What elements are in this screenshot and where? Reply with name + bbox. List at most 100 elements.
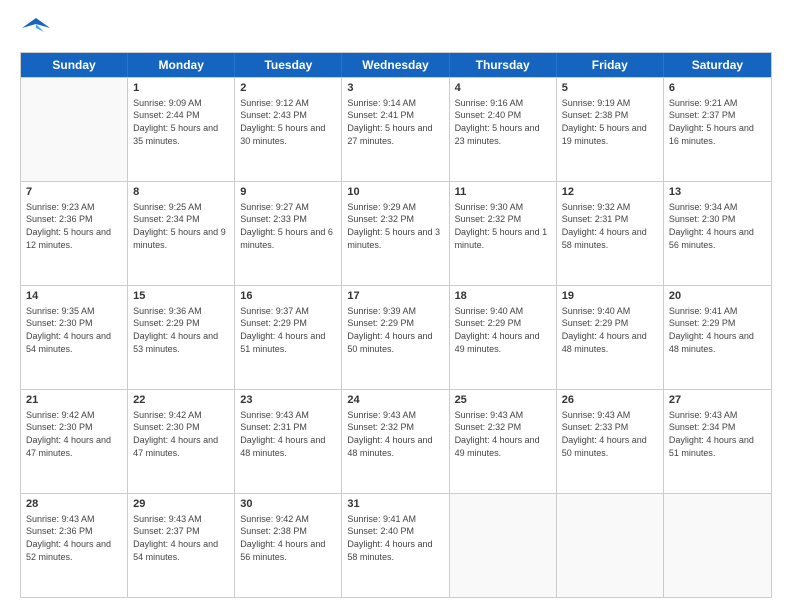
day-info: Sunrise: 9:42 AMSunset: 2:38 PMDaylight:… bbox=[240, 513, 336, 563]
calendar-cell: 16Sunrise: 9:37 AMSunset: 2:29 PMDayligh… bbox=[235, 286, 342, 389]
calendar-cell: 29Sunrise: 9:43 AMSunset: 2:37 PMDayligh… bbox=[128, 494, 235, 597]
calendar-cell: 10Sunrise: 9:29 AMSunset: 2:32 PMDayligh… bbox=[342, 182, 449, 285]
day-number: 13 bbox=[669, 185, 766, 200]
day-info: Sunrise: 9:43 AMSunset: 2:32 PMDaylight:… bbox=[455, 409, 551, 459]
day-number: 26 bbox=[562, 393, 658, 408]
day-info: Sunrise: 9:27 AMSunset: 2:33 PMDaylight:… bbox=[240, 201, 336, 251]
day-number: 18 bbox=[455, 289, 551, 304]
day-number: 22 bbox=[133, 393, 229, 408]
day-info: Sunrise: 9:09 AMSunset: 2:44 PMDaylight:… bbox=[133, 97, 229, 147]
day-number: 17 bbox=[347, 289, 443, 304]
header bbox=[20, 18, 772, 42]
day-info: Sunrise: 9:29 AMSunset: 2:32 PMDaylight:… bbox=[347, 201, 443, 251]
day-number: 1 bbox=[133, 81, 229, 96]
day-number: 16 bbox=[240, 289, 336, 304]
weekday-header: Monday bbox=[128, 53, 235, 77]
day-info: Sunrise: 9:23 AMSunset: 2:36 PMDaylight:… bbox=[26, 201, 122, 251]
day-info: Sunrise: 9:35 AMSunset: 2:30 PMDaylight:… bbox=[26, 305, 122, 355]
calendar-cell: 26Sunrise: 9:43 AMSunset: 2:33 PMDayligh… bbox=[557, 390, 664, 493]
day-number: 21 bbox=[26, 393, 122, 408]
day-number: 31 bbox=[347, 497, 443, 512]
calendar-row: 1Sunrise: 9:09 AMSunset: 2:44 PMDaylight… bbox=[21, 77, 771, 181]
day-number: 7 bbox=[26, 185, 122, 200]
weekday-header: Thursday bbox=[450, 53, 557, 77]
day-number: 28 bbox=[26, 497, 122, 512]
calendar-cell: 25Sunrise: 9:43 AMSunset: 2:32 PMDayligh… bbox=[450, 390, 557, 493]
calendar-body: 1Sunrise: 9:09 AMSunset: 2:44 PMDaylight… bbox=[21, 77, 771, 597]
calendar-cell: 12Sunrise: 9:32 AMSunset: 2:31 PMDayligh… bbox=[557, 182, 664, 285]
day-number: 30 bbox=[240, 497, 336, 512]
calendar-cell: 14Sunrise: 9:35 AMSunset: 2:30 PMDayligh… bbox=[21, 286, 128, 389]
calendar-cell: 30Sunrise: 9:42 AMSunset: 2:38 PMDayligh… bbox=[235, 494, 342, 597]
calendar-cell: 5Sunrise: 9:19 AMSunset: 2:38 PMDaylight… bbox=[557, 78, 664, 181]
calendar-cell: 9Sunrise: 9:27 AMSunset: 2:33 PMDaylight… bbox=[235, 182, 342, 285]
calendar-row: 7Sunrise: 9:23 AMSunset: 2:36 PMDaylight… bbox=[21, 181, 771, 285]
day-info: Sunrise: 9:34 AMSunset: 2:30 PMDaylight:… bbox=[669, 201, 766, 251]
day-number: 3 bbox=[347, 81, 443, 96]
calendar-cell: 6Sunrise: 9:21 AMSunset: 2:37 PMDaylight… bbox=[664, 78, 771, 181]
day-info: Sunrise: 9:12 AMSunset: 2:43 PMDaylight:… bbox=[240, 97, 336, 147]
calendar-row: 28Sunrise: 9:43 AMSunset: 2:36 PMDayligh… bbox=[21, 493, 771, 597]
calendar-cell: 2Sunrise: 9:12 AMSunset: 2:43 PMDaylight… bbox=[235, 78, 342, 181]
day-info: Sunrise: 9:42 AMSunset: 2:30 PMDaylight:… bbox=[133, 409, 229, 459]
day-info: Sunrise: 9:32 AMSunset: 2:31 PMDaylight:… bbox=[562, 201, 658, 251]
calendar-cell: 15Sunrise: 9:36 AMSunset: 2:29 PMDayligh… bbox=[128, 286, 235, 389]
day-number: 20 bbox=[669, 289, 766, 304]
day-info: Sunrise: 9:40 AMSunset: 2:29 PMDaylight:… bbox=[562, 305, 658, 355]
day-info: Sunrise: 9:16 AMSunset: 2:40 PMDaylight:… bbox=[455, 97, 551, 147]
weekday-header: Sunday bbox=[21, 53, 128, 77]
calendar-cell: 7Sunrise: 9:23 AMSunset: 2:36 PMDaylight… bbox=[21, 182, 128, 285]
day-info: Sunrise: 9:42 AMSunset: 2:30 PMDaylight:… bbox=[26, 409, 122, 459]
calendar-header: SundayMondayTuesdayWednesdayThursdayFrid… bbox=[21, 53, 771, 77]
day-number: 11 bbox=[455, 185, 551, 200]
day-info: Sunrise: 9:21 AMSunset: 2:37 PMDaylight:… bbox=[669, 97, 766, 147]
day-info: Sunrise: 9:43 AMSunset: 2:31 PMDaylight:… bbox=[240, 409, 336, 459]
weekday-header: Saturday bbox=[664, 53, 771, 77]
calendar-row: 14Sunrise: 9:35 AMSunset: 2:30 PMDayligh… bbox=[21, 285, 771, 389]
calendar-cell: 23Sunrise: 9:43 AMSunset: 2:31 PMDayligh… bbox=[235, 390, 342, 493]
day-number: 19 bbox=[562, 289, 658, 304]
logo bbox=[20, 18, 50, 42]
day-number: 24 bbox=[347, 393, 443, 408]
weekday-header: Tuesday bbox=[235, 53, 342, 77]
calendar-cell: 18Sunrise: 9:40 AMSunset: 2:29 PMDayligh… bbox=[450, 286, 557, 389]
logo-bird-icon bbox=[22, 14, 50, 42]
calendar-cell bbox=[557, 494, 664, 597]
calendar-row: 21Sunrise: 9:42 AMSunset: 2:30 PMDayligh… bbox=[21, 389, 771, 493]
day-number: 15 bbox=[133, 289, 229, 304]
day-info: Sunrise: 9:19 AMSunset: 2:38 PMDaylight:… bbox=[562, 97, 658, 147]
day-number: 29 bbox=[133, 497, 229, 512]
day-number: 8 bbox=[133, 185, 229, 200]
weekday-header: Friday bbox=[557, 53, 664, 77]
day-info: Sunrise: 9:41 AMSunset: 2:40 PMDaylight:… bbox=[347, 513, 443, 563]
calendar-cell: 13Sunrise: 9:34 AMSunset: 2:30 PMDayligh… bbox=[664, 182, 771, 285]
day-number: 27 bbox=[669, 393, 766, 408]
day-info: Sunrise: 9:43 AMSunset: 2:37 PMDaylight:… bbox=[133, 513, 229, 563]
day-info: Sunrise: 9:14 AMSunset: 2:41 PMDaylight:… bbox=[347, 97, 443, 147]
day-info: Sunrise: 9:43 AMSunset: 2:36 PMDaylight:… bbox=[26, 513, 122, 563]
calendar-cell: 8Sunrise: 9:25 AMSunset: 2:34 PMDaylight… bbox=[128, 182, 235, 285]
day-info: Sunrise: 9:40 AMSunset: 2:29 PMDaylight:… bbox=[455, 305, 551, 355]
calendar-cell bbox=[450, 494, 557, 597]
day-number: 12 bbox=[562, 185, 658, 200]
calendar-cell: 20Sunrise: 9:41 AMSunset: 2:29 PMDayligh… bbox=[664, 286, 771, 389]
day-info: Sunrise: 9:43 AMSunset: 2:32 PMDaylight:… bbox=[347, 409, 443, 459]
calendar-cell: 27Sunrise: 9:43 AMSunset: 2:34 PMDayligh… bbox=[664, 390, 771, 493]
calendar-cell: 17Sunrise: 9:39 AMSunset: 2:29 PMDayligh… bbox=[342, 286, 449, 389]
calendar: SundayMondayTuesdayWednesdayThursdayFrid… bbox=[20, 52, 772, 598]
day-number: 25 bbox=[455, 393, 551, 408]
page: SundayMondayTuesdayWednesdayThursdayFrid… bbox=[0, 0, 792, 612]
calendar-cell: 28Sunrise: 9:43 AMSunset: 2:36 PMDayligh… bbox=[21, 494, 128, 597]
calendar-cell: 19Sunrise: 9:40 AMSunset: 2:29 PMDayligh… bbox=[557, 286, 664, 389]
day-info: Sunrise: 9:36 AMSunset: 2:29 PMDaylight:… bbox=[133, 305, 229, 355]
day-info: Sunrise: 9:25 AMSunset: 2:34 PMDaylight:… bbox=[133, 201, 229, 251]
day-info: Sunrise: 9:41 AMSunset: 2:29 PMDaylight:… bbox=[669, 305, 766, 355]
calendar-cell bbox=[21, 78, 128, 181]
calendar-cell: 11Sunrise: 9:30 AMSunset: 2:32 PMDayligh… bbox=[450, 182, 557, 285]
calendar-cell: 3Sunrise: 9:14 AMSunset: 2:41 PMDaylight… bbox=[342, 78, 449, 181]
day-number: 5 bbox=[562, 81, 658, 96]
calendar-cell: 31Sunrise: 9:41 AMSunset: 2:40 PMDayligh… bbox=[342, 494, 449, 597]
day-info: Sunrise: 9:43 AMSunset: 2:33 PMDaylight:… bbox=[562, 409, 658, 459]
calendar-cell: 4Sunrise: 9:16 AMSunset: 2:40 PMDaylight… bbox=[450, 78, 557, 181]
day-number: 9 bbox=[240, 185, 336, 200]
